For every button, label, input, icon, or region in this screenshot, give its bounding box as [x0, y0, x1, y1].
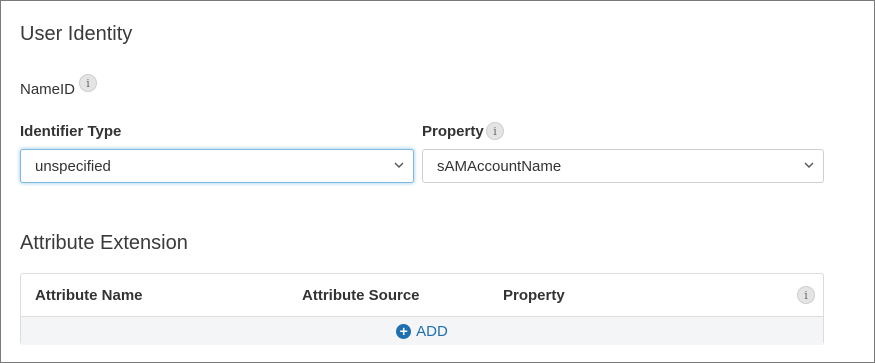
column-header-attribute-source: Attribute Source	[302, 287, 420, 304]
nameid-label: NameID	[20, 81, 76, 98]
chevron-down-icon	[804, 162, 814, 168]
table-info-icon[interactable]: i	[797, 286, 815, 304]
identifier-type-select[interactable]: unspecified	[20, 149, 414, 183]
info-icon[interactable]: i	[79, 74, 97, 92]
column-header-property: Property	[503, 287, 565, 304]
property-select[interactable]: sAMAccountName	[422, 149, 824, 183]
property-value: sAMAccountName	[437, 157, 562, 175]
property-info-icon[interactable]: i	[486, 122, 504, 140]
property-label: Property	[422, 123, 484, 140]
add-row: + ADD	[21, 317, 823, 345]
attribute-extension-title: Attribute Extension	[20, 232, 188, 254]
user-identity-title: User Identity	[20, 23, 133, 45]
add-label: ADD	[416, 322, 448, 340]
add-attribute-button[interactable]: + ADD	[396, 323, 448, 340]
identifier-type-label: Identifier Type	[20, 123, 122, 140]
table-header: Attribute Name Attribute Source Property…	[21, 274, 823, 317]
column-header-attribute-name: Attribute Name	[35, 287, 143, 304]
identifier-type-value: unspecified	[35, 157, 111, 175]
plus-circle-icon: +	[396, 323, 412, 339]
chevron-down-icon	[394, 162, 404, 168]
user-identity-panel: User Identity NameID i Identifier Type u…	[0, 0, 875, 363]
attribute-extension-table: Attribute Name Attribute Source Property…	[20, 273, 824, 345]
